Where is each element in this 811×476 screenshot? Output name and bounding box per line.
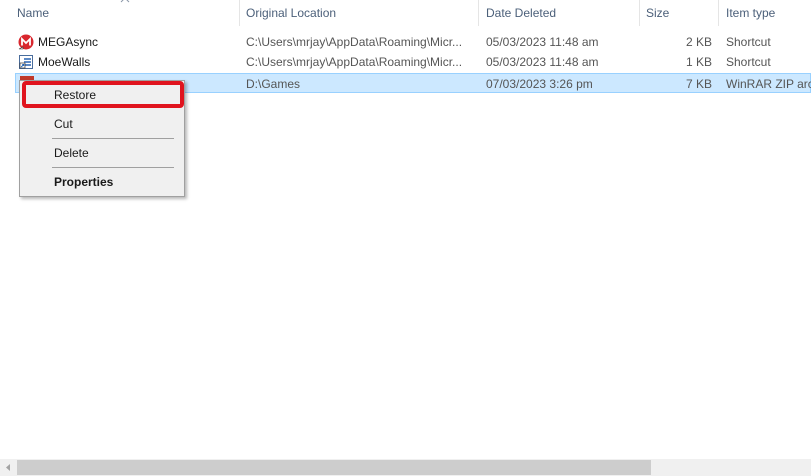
file-original-location: C:\Users\mrjay\AppData\Roaming\Micr... (246, 35, 463, 49)
menu-item-cut[interactable]: Cut (22, 113, 182, 135)
menu-item-label: Properties (54, 175, 114, 189)
file-item-type: Shortcut (726, 35, 771, 49)
column-divider[interactable] (239, 0, 240, 26)
column-divider[interactable] (718, 0, 719, 26)
column-header-bar: Name Original Location Date Deleted Size… (0, 0, 811, 26)
shortcut-icon (19, 55, 33, 69)
column-header-item-type[interactable]: Item type (726, 0, 811, 26)
file-name: MoeWalls (38, 55, 91, 69)
file-date-deleted: 05/03/2023 11:48 am (486, 35, 599, 49)
file-item-type: Shortcut (726, 55, 771, 69)
menu-separator (52, 138, 174, 139)
column-header-original-location[interactable]: Original Location (246, 0, 476, 26)
file-name: MEGAsync (38, 35, 99, 49)
column-divider[interactable] (478, 0, 479, 26)
recycle-bin-window: Name Original Location Date Deleted Size… (0, 0, 811, 476)
column-header-size[interactable]: Size (646, 0, 716, 26)
file-date-deleted: 07/03/2023 3:26 pm (486, 77, 593, 91)
scrollbar-thumb[interactable] (17, 460, 651, 475)
column-divider[interactable] (639, 0, 640, 26)
menu-item-properties[interactable]: Properties (22, 171, 182, 193)
file-original-location: D:\Games (246, 77, 301, 91)
file-size: 2 KB (685, 35, 712, 49)
menu-item-label: Cut (54, 117, 73, 131)
file-row-moewalls[interactable]: MoeWalls C:\Users\mrjay\AppData\Roaming\… (15, 52, 811, 72)
menu-item-delete[interactable]: Delete (22, 142, 182, 164)
file-size: 7 KB (685, 77, 712, 91)
file-size: 1 KB (685, 55, 712, 69)
restore-highlight-box (22, 81, 184, 108)
horizontal-scrollbar[interactable] (0, 459, 811, 476)
file-row-megasync[interactable]: MEGAsync C:\Users\mrjay\AppData\Roaming\… (15, 32, 811, 52)
megasync-icon (18, 34, 34, 50)
file-date-deleted: 05/03/2023 11:48 am (486, 55, 599, 69)
file-item-type: WinRAR ZIP archive (726, 77, 811, 91)
column-header-date-deleted[interactable]: Date Deleted (486, 0, 636, 26)
scroll-left-arrow-icon[interactable] (0, 459, 17, 476)
file-original-location: C:\Users\mrjay\AppData\Roaming\Micr... (246, 55, 463, 69)
column-header-name[interactable]: Name (17, 0, 237, 26)
menu-item-label: Delete (54, 146, 89, 160)
menu-separator (52, 167, 174, 168)
